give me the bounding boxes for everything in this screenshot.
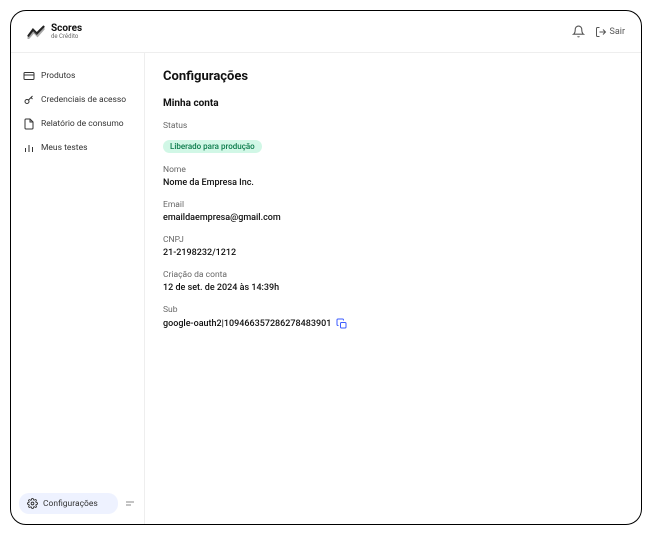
sidebar-config-button[interactable]: Configurações bbox=[19, 493, 118, 514]
field-label: Sub bbox=[163, 305, 623, 315]
field-name: Nome Nome da Empresa Inc. bbox=[163, 165, 623, 188]
brand: Scores de Crédito bbox=[27, 23, 143, 41]
field-label: Nome bbox=[163, 165, 623, 175]
field-label: Email bbox=[163, 200, 623, 210]
logout-label: Sair bbox=[610, 27, 625, 37]
sidebar-config-label: Configurações bbox=[43, 499, 98, 509]
field-value: google-oauth2|109466357286278483901 bbox=[163, 319, 331, 329]
body: Produtos Credenciais de acesso Relatório… bbox=[11, 53, 641, 524]
logout-button[interactable]: Sair bbox=[595, 26, 625, 38]
field-created: Criação da conta 12 de set. de 2024 às 1… bbox=[163, 270, 623, 293]
brand-logo-icon bbox=[27, 23, 45, 41]
field-email: Email emaildaempresa@gmail.com bbox=[163, 200, 623, 223]
sidebar-item-credentials[interactable]: Credenciais de acesso bbox=[19, 89, 136, 111]
field-cnpj: CNPJ 21-2198232/1212 bbox=[163, 235, 623, 258]
brand-text: Scores de Crédito bbox=[51, 24, 82, 40]
sidebar-item-products[interactable]: Produtos bbox=[19, 65, 136, 87]
copy-icon[interactable] bbox=[336, 318, 348, 330]
field-sub: Sub google-oauth2|109466357286278483901 bbox=[163, 305, 623, 330]
gear-icon bbox=[27, 498, 38, 509]
field-value: Nome da Empresa Inc. bbox=[163, 178, 623, 188]
sidebar-item-label: Meus testes bbox=[41, 143, 87, 153]
sidebar: Produtos Credenciais de acesso Relatório… bbox=[11, 53, 145, 524]
app-window: Scores de Crédito Sair bbox=[10, 10, 642, 525]
field-label: Criação da conta bbox=[163, 270, 623, 280]
main-content: Configurações Minha conta Status Liberad… bbox=[145, 53, 641, 524]
bell-icon[interactable] bbox=[572, 25, 585, 38]
field-value: emaildaempresa@gmail.com bbox=[163, 213, 623, 223]
brand-subtitle: de Crédito bbox=[51, 34, 82, 40]
key-icon bbox=[23, 94, 35, 106]
field-label: CNPJ bbox=[163, 235, 623, 245]
sidebar-item-label: Relatório de consumo bbox=[41, 119, 124, 129]
brand-title: Scores bbox=[51, 24, 82, 34]
top-bar: Scores de Crédito Sair bbox=[11, 11, 641, 53]
sidebar-item-label: Credenciais de acesso bbox=[41, 95, 126, 105]
file-icon bbox=[23, 118, 35, 130]
field-value: 12 de set. de 2024 às 14:39h bbox=[163, 283, 623, 293]
sidebar-nav: Produtos Credenciais de acesso Relatório… bbox=[11, 65, 144, 159]
sidebar-item-label: Produtos bbox=[41, 71, 75, 81]
field-status: Status Liberado para produção bbox=[163, 121, 623, 153]
page-title: Configurações bbox=[163, 69, 623, 84]
chart-icon bbox=[23, 142, 35, 154]
section-title: Minha conta bbox=[163, 98, 623, 109]
sub-row: google-oauth2|109466357286278483901 bbox=[163, 318, 623, 330]
field-value: 21-2198232/1212 bbox=[163, 248, 623, 258]
logout-icon bbox=[595, 26, 607, 38]
sidebar-bottom: Configurações bbox=[19, 493, 136, 514]
sidebar-item-report[interactable]: Relatório de consumo bbox=[19, 113, 136, 135]
topbar-actions: Sair bbox=[572, 25, 625, 38]
credit-card-icon bbox=[23, 70, 35, 82]
status-badge: Liberado para produção bbox=[163, 140, 262, 153]
menu-collapse-icon[interactable] bbox=[124, 498, 136, 510]
sidebar-item-tests[interactable]: Meus testes bbox=[19, 137, 136, 159]
field-label: Status bbox=[163, 121, 623, 131]
